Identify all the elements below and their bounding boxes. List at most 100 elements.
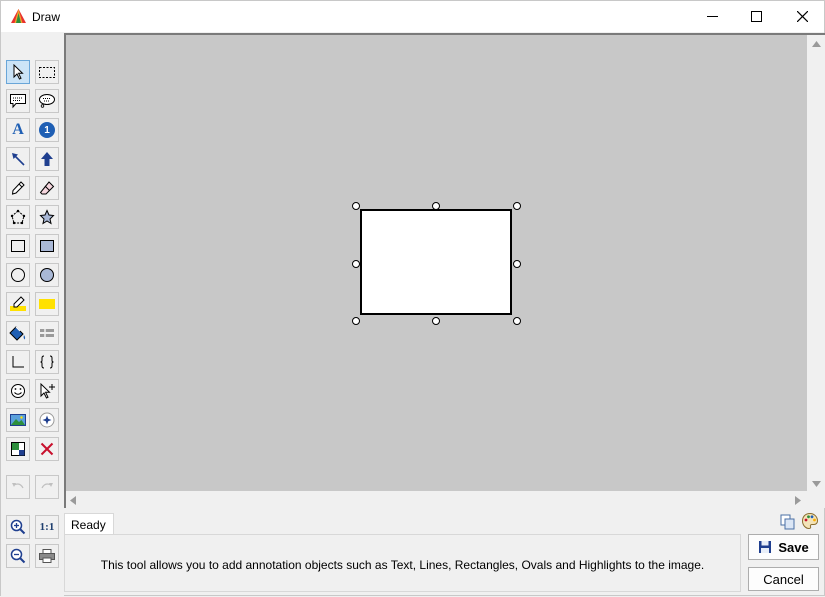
zoom-out-icon <box>10 548 26 564</box>
angle-icon <box>12 356 24 368</box>
tool-emoji[interactable] <box>6 379 30 403</box>
curly-braces-icon <box>40 355 54 369</box>
save-label: Save <box>778 539 809 555</box>
info-number-icon: 1 <box>39 122 55 138</box>
tool-crop[interactable] <box>6 437 30 461</box>
tool-text[interactable]: A <box>6 118 30 142</box>
tool-eraser[interactable] <box>35 176 59 200</box>
tool-select-area[interactable] <box>35 60 59 84</box>
tool-filled-polygon[interactable] <box>35 205 59 229</box>
pointer-icon <box>13 64 24 80</box>
up-arrow-icon <box>41 152 53 166</box>
cancel-button[interactable]: Cancel <box>748 567 819 591</box>
tool-insert-image[interactable] <box>6 408 30 432</box>
tool-spotlight[interactable] <box>35 408 59 432</box>
app-logo-icon <box>11 9 26 23</box>
copy-icon[interactable] <box>779 513 797 531</box>
resize-handle-n[interactable] <box>432 202 440 210</box>
image-icon <box>10 414 26 426</box>
draw-window: Draw A 1 1:1 Ready This tool allows you … <box>0 0 825 597</box>
cancel-label: Cancel <box>763 571 804 587</box>
tool-highlight-rectangle[interactable] <box>35 292 59 316</box>
scrollbar-corner <box>807 491 825 508</box>
drawing-canvas[interactable] <box>66 35 807 491</box>
resize-handle-ne[interactable] <box>513 202 521 210</box>
polygon-outline-icon <box>10 209 26 225</box>
tool-line-arrow[interactable] <box>6 147 30 171</box>
rectangle-annotation[interactable] <box>360 209 512 315</box>
resize-handle-nw[interactable] <box>352 202 360 210</box>
resize-handle-se[interactable] <box>513 317 521 325</box>
zoom-in-button[interactable] <box>6 515 30 539</box>
scroll-left-icon[interactable] <box>70 496 76 505</box>
toolbox: A 1 1:1 <box>1 33 64 597</box>
resize-handle-e[interactable] <box>513 260 521 268</box>
maximize-button[interactable] <box>733 1 779 32</box>
actual-size-button[interactable]: 1:1 <box>35 515 59 539</box>
save-button[interactable]: Save <box>748 534 819 560</box>
zoom-out-button[interactable] <box>6 544 30 568</box>
tool-callout[interactable] <box>6 89 30 113</box>
tool-filled-oval[interactable] <box>35 263 59 287</box>
speech-bubble-icon <box>10 94 26 109</box>
tool-brackets[interactable] <box>35 350 59 374</box>
canvas-frame <box>64 33 825 508</box>
tool-pencil[interactable] <box>6 176 30 200</box>
polygon-filled-icon <box>39 209 55 225</box>
tool-block-arrow[interactable] <box>35 147 59 171</box>
resize-handle-s[interactable] <box>432 317 440 325</box>
smiley-icon <box>11 384 25 398</box>
minimize-button[interactable] <box>689 1 735 32</box>
paint-bucket-icon <box>9 326 26 341</box>
resize-handle-sw[interactable] <box>352 317 360 325</box>
tool-select[interactable] <box>6 60 30 84</box>
printer-icon <box>39 549 55 563</box>
tool-add-pointer[interactable] <box>35 379 59 403</box>
print-button[interactable] <box>35 544 59 568</box>
close-button[interactable] <box>779 1 825 32</box>
status-label: Ready <box>64 513 114 535</box>
redo-icon <box>41 483 53 489</box>
tool-thought-callout[interactable] <box>35 89 59 113</box>
delete-x-icon <box>40 442 54 456</box>
tool-rectangle[interactable] <box>6 234 30 258</box>
thought-bubble-icon <box>39 94 55 108</box>
scroll-up-icon[interactable] <box>812 41 821 47</box>
window-title: Draw <box>32 10 61 24</box>
floppy-disk-icon <box>759 541 772 553</box>
tool-fill[interactable] <box>6 321 30 345</box>
tool-delete[interactable] <box>35 437 59 461</box>
redo-button[interactable] <box>35 475 59 499</box>
resize-handle-w[interactable] <box>352 260 360 268</box>
redact-icon <box>40 328 54 338</box>
tool-highlighter[interactable] <box>6 292 30 316</box>
zoom-in-icon <box>10 519 26 535</box>
highlight-rect-icon <box>39 299 55 309</box>
palette-icon[interactable] <box>801 512 819 530</box>
eraser-icon <box>39 181 55 195</box>
tool-oval[interactable] <box>6 263 30 287</box>
title-bar[interactable]: Draw <box>1 1 824 32</box>
tool-numbered-marker[interactable]: 1 <box>35 118 59 142</box>
vertical-scrollbar[interactable] <box>807 35 825 491</box>
scroll-right-icon[interactable] <box>795 496 801 505</box>
diagonal-arrow-icon <box>12 153 25 166</box>
dashed-rect-icon <box>39 67 55 78</box>
scroll-down-icon[interactable] <box>812 481 821 487</box>
maximize-icon <box>750 11 762 22</box>
tool-angle[interactable] <box>6 350 30 374</box>
one-to-one-icon: 1:1 <box>39 521 55 533</box>
undo-button[interactable] <box>6 475 30 499</box>
info-text: This tool allows you to add annotation o… <box>100 558 705 572</box>
tool-filled-rectangle[interactable] <box>35 234 59 258</box>
undo-icon <box>12 483 24 489</box>
minimize-icon <box>706 16 718 17</box>
highlighter-icon <box>10 296 26 311</box>
tool-redact[interactable] <box>35 321 59 345</box>
circle-filled-icon <box>40 268 54 282</box>
spotlight-icon <box>39 412 55 428</box>
rectangle-filled-icon <box>40 240 54 252</box>
horizontal-scrollbar[interactable] <box>66 491 807 508</box>
crop-icon <box>11 442 25 456</box>
tool-polygon[interactable] <box>6 205 30 229</box>
